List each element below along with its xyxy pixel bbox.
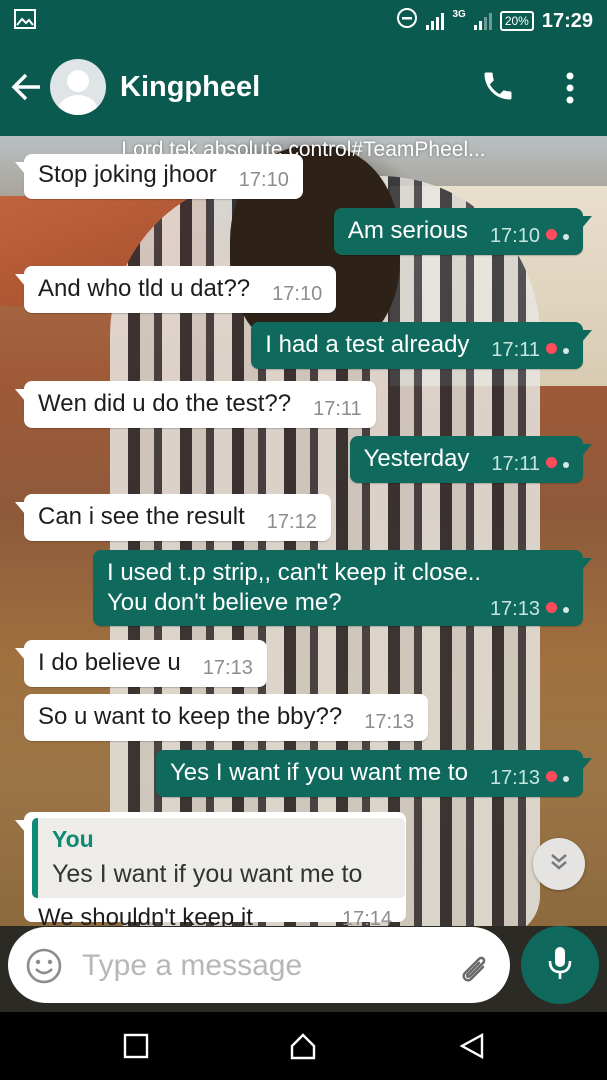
message-time: 17:13	[489, 598, 540, 620]
message-incoming[interactable]: Can i see the result 17:12	[15, 494, 331, 541]
message-incoming-reply[interactable]: You Yes I want if you want me to We shou…	[15, 812, 406, 926]
message-time: 17:13	[202, 657, 253, 679]
system-nav-bar	[0, 1012, 607, 1080]
clock: 17:29	[541, 9, 593, 32]
message-text: Am serious	[347, 217, 468, 244]
message-composer[interactable]	[8, 927, 510, 1003]
message-outgoing[interactable]: I used t.p strip,, can't keep it close..…	[93, 550, 592, 626]
message-text: I do believe u	[38, 649, 181, 676]
gallery-icon	[14, 9, 36, 34]
message-text: Yesterday	[363, 445, 470, 472]
do-not-disturb-icon	[396, 7, 418, 35]
read-status-icon	[546, 446, 569, 476]
message-time: 17:11	[313, 398, 362, 420]
home-icon[interactable]	[288, 1032, 318, 1065]
message-time: 17:10	[272, 283, 323, 305]
message-text: Stop joking jhoor	[38, 161, 217, 188]
message-incoming[interactable]: So u want to keep the bby?? 17:13	[24, 694, 429, 741]
signal-icon	[426, 12, 445, 30]
message-time: 17:14	[342, 908, 393, 926]
mic-icon	[545, 945, 575, 986]
message-outgoing[interactable]: Am serious 17:10	[333, 208, 593, 255]
message-time: 17:13	[364, 711, 415, 733]
message-text: I had a test already	[265, 331, 470, 358]
message-time: 17:11	[491, 453, 540, 475]
recents-icon[interactable]	[122, 1032, 150, 1065]
read-status-icon	[546, 591, 569, 621]
message-text-line-2: You don't believe me?	[107, 589, 342, 616]
message-incoming[interactable]: Stop joking jhoor 17:10	[15, 154, 303, 199]
chat-area[interactable]: Lord tek absolute control#TeamPheel... S…	[0, 136, 607, 926]
battery-icon: 20%	[499, 11, 534, 31]
call-icon[interactable]	[480, 68, 516, 109]
contact-name[interactable]: Kingpheel	[120, 71, 260, 104]
emoji-icon[interactable]	[25, 947, 63, 990]
back-icon[interactable]	[458, 1032, 486, 1065]
message-outgoing[interactable]: Yesterday 17:11	[349, 436, 593, 483]
chat-header: Kingpheel	[0, 40, 607, 136]
network-type: 3G	[452, 8, 466, 20]
read-status-icon	[546, 218, 569, 248]
read-status-icon	[546, 332, 569, 362]
message-time: 17:11	[491, 339, 540, 361]
signal-icon-2	[473, 12, 492, 30]
message-outgoing[interactable]: Yes I want if you want me to 17:13	[156, 750, 592, 797]
message-input[interactable]	[80, 941, 444, 991]
menu-icon[interactable]	[560, 70, 580, 111]
mic-button[interactable]	[521, 926, 599, 1004]
read-status-icon	[546, 760, 569, 790]
double-chevron-down-icon	[546, 849, 572, 880]
message-incoming[interactable]: Wen did u do the test?? 17:11	[15, 381, 376, 428]
message-time: 17:13	[489, 767, 540, 789]
message-text: Wen did u do the test??	[38, 390, 292, 417]
back-arrow-icon[interactable]	[10, 70, 44, 109]
message-text: So u want to keep the bby??	[38, 703, 343, 730]
message-text: We shouldn't keep it	[38, 904, 253, 926]
message-time: 17:12	[266, 511, 317, 533]
quote-author: You	[52, 826, 94, 852]
message-text: Can i see the result	[38, 503, 245, 530]
message-incoming[interactable]: I do believe u 17:13	[15, 640, 267, 687]
message-time: 17:10	[489, 225, 540, 247]
quoted-message[interactable]: You Yes I want if you want me to	[32, 818, 405, 898]
message-text: Yes I want if you want me to	[170, 759, 468, 786]
message-incoming[interactable]: And who tld u dat?? 17:10	[14, 266, 337, 313]
avatar[interactable]	[50, 59, 106, 115]
status-bar: 3G 20% 17:29	[0, 0, 607, 40]
message-text: And who tld u dat??	[38, 275, 251, 302]
message-outgoing[interactable]: I had a test already 17:11	[251, 322, 592, 369]
attach-icon[interactable]	[455, 947, 495, 992]
quote-text: Yes I want if you want me to	[52, 860, 363, 888]
scroll-to-bottom-button[interactable]	[533, 838, 585, 890]
message-text-line-1: I used t.p strip,, can't keep it close..	[107, 559, 482, 586]
message-time: 17:10	[238, 169, 289, 191]
